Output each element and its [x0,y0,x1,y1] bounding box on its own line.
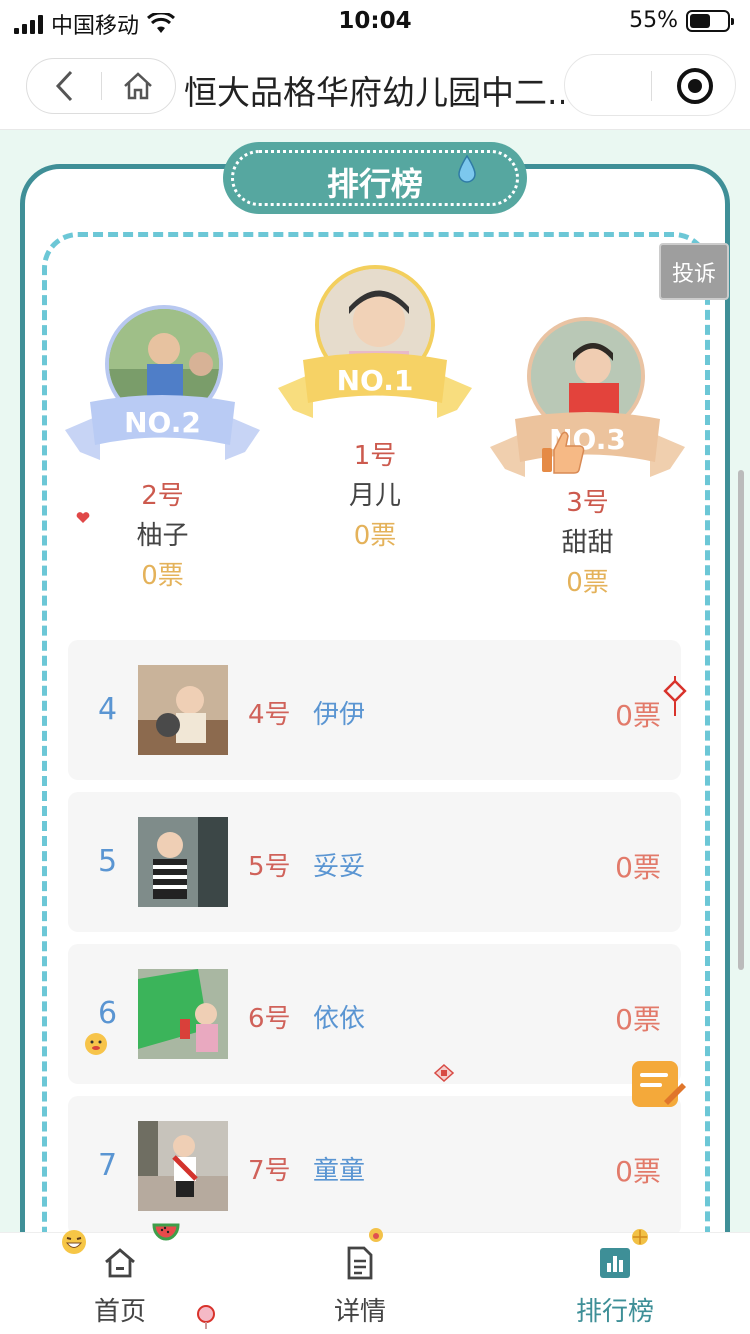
podium-votes: 0票 [566,568,609,598]
tab-home[interactable]: 首页 [30,1233,210,1334]
edit-note-icon[interactable] [628,1055,688,1111]
contestant-number: 4号 [248,700,291,730]
list-item[interactable]: 4 4号 伊伊 0票 [68,640,681,780]
rank-number: 7 [98,1148,118,1183]
podium-votes: 0票 [353,521,397,551]
navigation-bar: 恒大品格华府幼儿园中二... [0,44,750,130]
complain-button[interactable]: 投诉 [659,243,729,300]
ribbon-no2: NO.2 [60,390,265,470]
podium-number: 2号 [141,481,184,511]
podium-name: 月儿 [348,481,401,511]
tab-label: 首页 [93,1297,146,1327]
contestant-number: 5号 [248,852,291,882]
home-button[interactable] [102,59,176,113]
contestant-name: 童童 [313,1156,366,1186]
red-envelope-icon [434,1064,454,1082]
ranking-title: 排行榜 [326,165,423,203]
heart-icon [76,512,90,523]
chevron-left-icon [55,70,72,102]
home-icon [124,72,153,100]
contestant-photo [138,969,228,1059]
bar-chart-icon [600,1248,630,1278]
contestant-name: 伊伊 [313,700,366,730]
list-item[interactable]: 7 7号 童童 0票 [68,1096,681,1236]
rank-label: NO.1 [336,364,414,397]
rank-label: NO.3 [549,423,626,456]
contestant-photo [138,665,228,755]
rank-label: NO.2 [124,406,201,439]
podium-number: 3号 [566,488,609,518]
nav-pill [26,58,176,114]
rank-number: 5 [98,844,118,879]
home-icon [105,1248,135,1278]
chinese-knot-icon [663,676,687,716]
podium-third[interactable]: NO.3 3号 甜甜 0票 [485,312,690,602]
water-drop-icon [458,154,476,183]
tab-ranking[interactable]: 排行榜 [525,1233,705,1334]
page-title: 恒大品格华府幼儿园中二... [184,73,564,112]
vote-count: 0票 [615,699,661,732]
scrollbar[interactable] [738,470,744,970]
ribbon-no3: NO.3 [485,407,690,487]
contestant-photo [138,817,228,907]
tab-details[interactable]: 详情 [270,1233,450,1334]
contestant-name: 依依 [313,1004,366,1034]
battery-icon [686,9,734,32]
back-button[interactable] [27,59,101,113]
podium-second[interactable]: NO.2 2号 柚子 0票 [60,300,265,591]
vote-count: 0票 [615,1155,661,1188]
miniprogram-capsule [564,54,736,116]
thumbs-up-icon [542,431,585,474]
ranking-badge: 排行榜 [225,144,525,212]
contestant-number: 6号 [248,1004,291,1034]
vote-count: 0票 [615,1003,661,1036]
podium-name: 甜甜 [561,528,614,558]
battery-percent: 55% [629,8,678,33]
contestant-photo [138,1121,228,1211]
rank-number: 6 [98,996,118,1031]
contestant-name: 妥妥 [313,852,366,882]
list-item[interactable]: 6 6号 依依 0票 [68,944,681,1084]
podium-first[interactable]: NO.1 1号 月儿 0票 [275,260,475,551]
contestant-number: 7号 [248,1156,291,1186]
podium-number: 1号 [353,441,397,471]
tab-label: 详情 [333,1297,386,1327]
tab-label: 排行榜 [575,1297,654,1327]
emoji-sticker-icon [85,1033,107,1055]
close-miniprogram-button[interactable] [677,68,713,104]
status-bar: 中国移动 10:04 55% [0,0,750,44]
list-item[interactable]: 5 5号 妥妥 0票 [68,792,681,932]
ribbon-no1: NO.1 [275,348,475,428]
vote-count: 0票 [615,851,661,884]
podium-name: 柚子 [136,521,189,551]
document-icon [347,1246,373,1280]
tab-bar: 首页 详情 排行榜 [0,1223,750,1334]
rank-number: 4 [98,692,118,727]
podium-votes: 0票 [141,561,184,591]
